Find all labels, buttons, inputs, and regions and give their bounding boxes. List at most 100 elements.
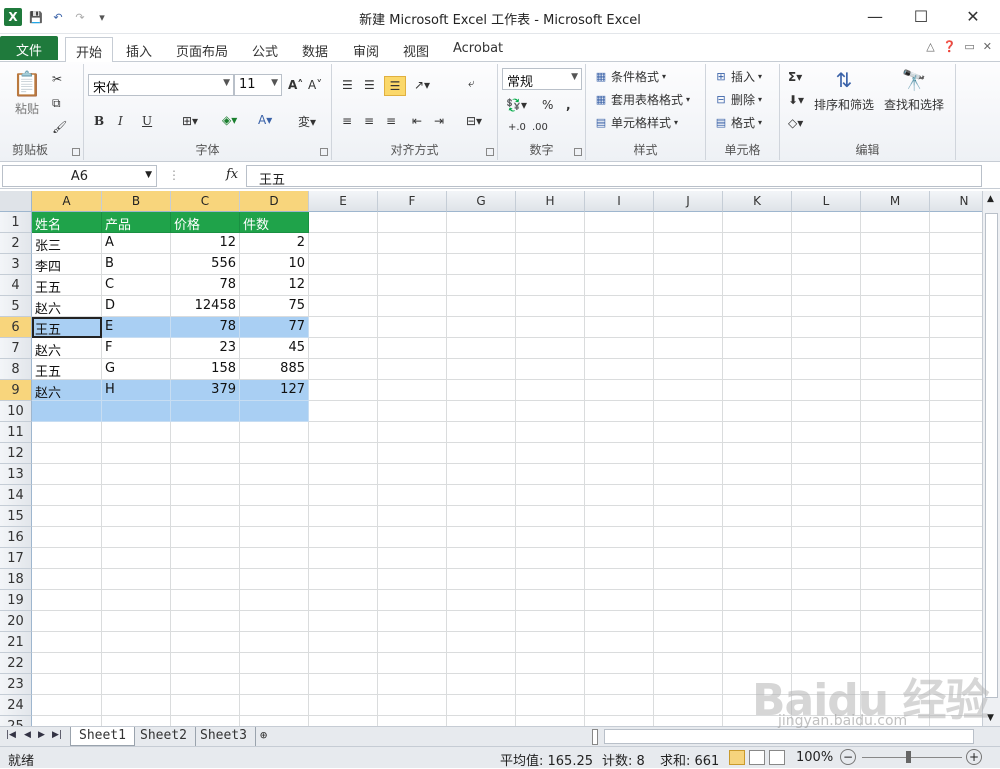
row-header-13[interactable]: 13 [0, 464, 32, 485]
clipboard-launcher-icon[interactable] [72, 148, 80, 156]
prev-sheet-icon[interactable]: ◀ [24, 730, 31, 740]
column-header-g[interactable]: G [447, 191, 516, 212]
align-center-icon[interactable]: ≡ [364, 114, 374, 128]
maximize-button[interactable]: ☐ [898, 0, 944, 32]
cell-c7[interactable]: 23 [171, 338, 240, 359]
cell-d4[interactable]: 12 [240, 275, 309, 296]
tab-insert[interactable]: 插入 [116, 37, 162, 62]
row-header-9[interactable]: 9 [0, 380, 32, 401]
percent-icon[interactable]: % [542, 98, 553, 112]
tab-data[interactable]: 数据 [292, 37, 338, 62]
next-sheet-icon[interactable]: ▶ [38, 730, 45, 740]
cell-d1[interactable]: 件数 [240, 212, 309, 233]
select-all-corner[interactable] [0, 191, 32, 212]
scroll-up-icon[interactable]: ▲ [987, 194, 994, 204]
column-header-i[interactable]: I [585, 191, 654, 212]
format-cells-button[interactable]: ▤ 格式 ▾ [714, 114, 762, 131]
tab-home[interactable]: 开始 [65, 37, 114, 63]
cell-b6[interactable]: E [102, 317, 171, 338]
cell-a5[interactable]: 赵六 [32, 296, 102, 317]
name-box[interactable]: A6 ▼ [2, 165, 157, 187]
formula-input[interactable]: 王五 [246, 165, 982, 188]
cell-a9[interactable]: 赵六 [32, 380, 102, 401]
row-header-8[interactable]: 8 [0, 359, 32, 380]
row-header-20[interactable]: 20 [0, 611, 32, 632]
italic-button[interactable]: I [118, 114, 123, 128]
cell-c4[interactable]: 78 [171, 275, 240, 296]
sheet-tab-sheet3[interactable]: Sheet3 [192, 727, 256, 746]
cell-b2[interactable]: A [102, 233, 171, 254]
insert-sheet-icon[interactable]: ⊕ [252, 727, 275, 746]
cell-b8[interactable]: G [102, 359, 171, 380]
cell-c9[interactable]: 379 [171, 380, 240, 401]
zoom-slider-track[interactable] [862, 757, 962, 758]
cell-b9[interactable]: H [102, 380, 171, 401]
cell-b1[interactable]: 产品 [102, 212, 171, 233]
column-header-j[interactable]: J [654, 191, 723, 212]
row-header-16[interactable]: 16 [0, 527, 32, 548]
row-header-11[interactable]: 11 [0, 422, 32, 443]
align-right-icon[interactable]: ≡ [386, 114, 396, 128]
row-header-1[interactable]: 1 [0, 212, 32, 233]
font-color-icon[interactable]: A▾ [258, 113, 272, 127]
cell-a3[interactable]: 李四 [32, 254, 102, 275]
phonetic-icon[interactable]: 変▾ [298, 113, 316, 130]
column-header-f[interactable]: F [378, 191, 447, 212]
cell-d8[interactable]: 885 [240, 359, 309, 380]
tab-formulas[interactable]: 公式 [242, 37, 288, 62]
comma-icon[interactable]: , [566, 98, 571, 112]
cell-a1[interactable]: 姓名 [32, 212, 102, 233]
minimize-button[interactable]: — [852, 0, 898, 32]
vertical-scroll-thumb[interactable] [985, 213, 998, 698]
row-header-25[interactable]: 25 [0, 716, 32, 726]
first-sheet-icon[interactable]: |◀ [6, 730, 16, 740]
row-header-21[interactable]: 21 [0, 632, 32, 653]
cell-b3[interactable]: B [102, 254, 171, 275]
borders-icon[interactable]: ⊞▾ [182, 114, 198, 128]
cell-c8[interactable]: 158 [171, 359, 240, 380]
merge-center-icon[interactable]: ⊟▾ [466, 114, 482, 128]
fill-color-icon[interactable]: ◈▾ [222, 113, 237, 127]
paste-button[interactable]: 📋 粘贴 [12, 70, 42, 117]
zoom-slider-thumb[interactable] [906, 751, 911, 763]
row-header-2[interactable]: 2 [0, 233, 32, 254]
column-header-c[interactable]: C [171, 191, 240, 212]
delete-cells-button[interactable]: ⊟ 删除 ▾ [714, 91, 762, 108]
increase-indent-icon[interactable]: ⇥ [434, 114, 444, 128]
normal-view-icon[interactable] [729, 750, 745, 765]
column-header-k[interactable]: K [723, 191, 792, 212]
cell-a8[interactable]: 王五 [32, 359, 102, 380]
horizontal-scrollbar[interactable] [604, 729, 974, 744]
number-launcher-icon[interactable] [574, 148, 582, 156]
page-layout-view-icon[interactable] [749, 750, 765, 765]
cell-d5[interactable]: 75 [240, 296, 309, 317]
cell-c1[interactable]: 价格 [171, 212, 240, 233]
restore-icon[interactable]: ▭ [964, 40, 974, 53]
column-header-e[interactable]: E [309, 191, 378, 212]
cell-styles-button[interactable]: ▤ 单元格样式 ▾ [594, 114, 678, 131]
row-header-18[interactable]: 18 [0, 569, 32, 590]
column-header-d[interactable]: D [240, 191, 309, 212]
column-header-l[interactable]: L [792, 191, 861, 212]
cell-a2[interactable]: 张三 [32, 233, 102, 254]
row-header-6[interactable]: 6 [0, 317, 32, 338]
cell-d2[interactable]: 2 [240, 233, 309, 254]
tab-file[interactable]: 文件 [0, 36, 58, 60]
align-middle-icon[interactable]: ☰ [364, 78, 375, 92]
cell-b7[interactable]: F [102, 338, 171, 359]
cut-icon[interactable]: ✂ [52, 72, 62, 86]
cell-b10[interactable] [102, 401, 171, 422]
bold-button[interactable]: B [94, 114, 104, 128]
cell-d6[interactable]: 77 [240, 317, 309, 338]
row-header-3[interactable]: 3 [0, 254, 32, 275]
help-icon[interactable]: ❓ [943, 40, 957, 53]
vertical-scrollbar[interactable]: ▲ ▼ [982, 191, 1000, 726]
find-select-button[interactable]: 🔭 查找和选择 [884, 68, 944, 113]
shrink-font-icon[interactable]: A˅ [308, 78, 322, 92]
align-left-icon[interactable]: ≡ [342, 114, 352, 128]
column-header-b[interactable]: B [102, 191, 171, 212]
grow-font-icon[interactable]: A˄ [288, 78, 303, 92]
column-header-m[interactable]: M [861, 191, 930, 212]
tab-acrobat[interactable]: Acrobat [443, 37, 513, 62]
cell-c10[interactable] [171, 401, 240, 422]
